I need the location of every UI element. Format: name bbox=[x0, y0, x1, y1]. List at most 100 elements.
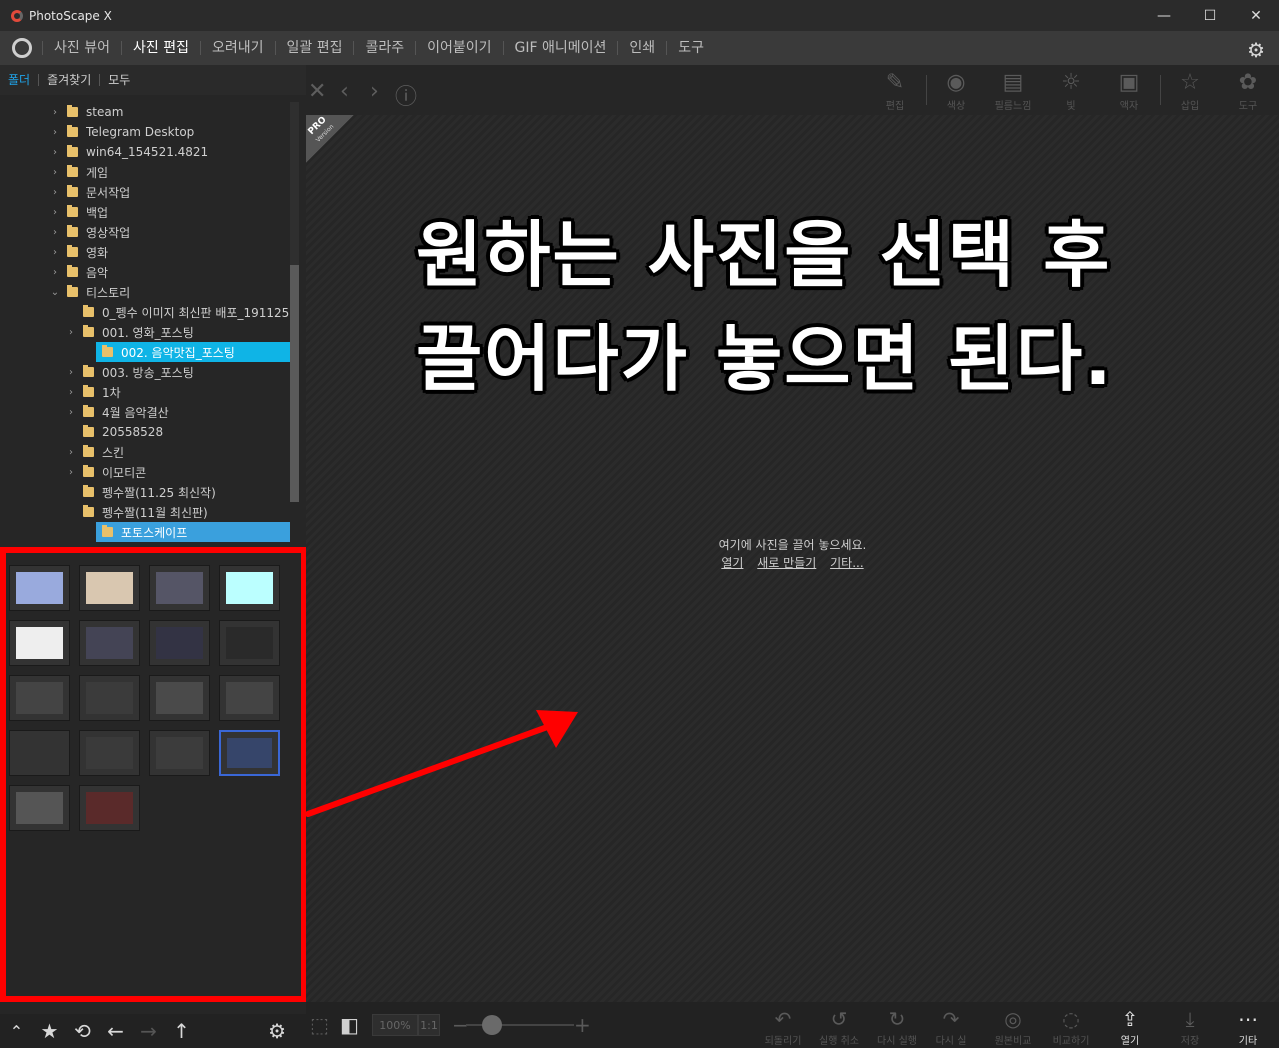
compare-original-button[interactable]: ◎ 원본비교 bbox=[988, 1006, 1038, 1047]
menu-combine[interactable]: 이어붙이기 bbox=[415, 41, 502, 55]
undo-button[interactable]: ↺ 실행 취소 bbox=[814, 1006, 864, 1047]
folder-tree-item[interactable]: › 게임 bbox=[0, 162, 290, 182]
compare-button[interactable]: ◌ 비교하기 bbox=[1046, 1006, 1096, 1047]
expand-chevron-icon[interactable]: › bbox=[65, 327, 77, 338]
more-button[interactable]: ⋯ 기타 bbox=[1228, 1006, 1268, 1047]
actual-size-button[interactable]: 1:1 bbox=[418, 1014, 440, 1036]
photo-thumbnail[interactable] bbox=[149, 565, 210, 611]
folder-tree-item[interactable]: › steam bbox=[0, 102, 290, 122]
expand-chevron-icon[interactable]: › bbox=[49, 107, 61, 118]
folder-tree-item[interactable]: 20558528 bbox=[0, 422, 290, 442]
folder-tree-item[interactable]: › 영상작업 bbox=[0, 222, 290, 242]
zoom-in-icon[interactable]: + bbox=[574, 1012, 591, 1038]
menu-tools[interactable]: 도구 bbox=[666, 41, 715, 55]
tree-scroll-thumb[interactable] bbox=[290, 265, 299, 502]
photo-thumbnail[interactable] bbox=[79, 785, 140, 831]
photo-thumbnail[interactable] bbox=[149, 620, 210, 666]
folder-tree-item[interactable]: › 이모티콘 bbox=[0, 462, 290, 482]
tool-film[interactable]: ▤ 필름느낌 bbox=[988, 69, 1038, 112]
refresh-icon[interactable]: ⟲ bbox=[66, 1019, 99, 1043]
back-arrow-icon[interactable]: ← bbox=[99, 1019, 132, 1043]
photo-thumbnail[interactable] bbox=[79, 675, 140, 721]
photo-thumbnail[interactable] bbox=[9, 675, 70, 721]
expand-chevron-icon[interactable]: ⌄ bbox=[49, 287, 61, 298]
photo-thumbnail[interactable] bbox=[9, 565, 70, 611]
minimize-button[interactable]: — bbox=[1141, 0, 1187, 31]
folder-tree-item[interactable]: › 문서작업 bbox=[0, 182, 290, 202]
folder-tree-item[interactable]: › 음악 bbox=[0, 262, 290, 282]
browser-settings-gear-icon[interactable]: ⚙ bbox=[268, 1019, 286, 1043]
expand-chevron-icon[interactable]: › bbox=[65, 387, 77, 398]
expand-chevron-icon[interactable]: › bbox=[65, 367, 77, 378]
folder-tree-item[interactable]: › 4월 음악결산 bbox=[0, 402, 290, 422]
folder-tree-item[interactable]: › 영화 bbox=[0, 242, 290, 262]
tool-tools[interactable]: ✿ 도구 bbox=[1223, 69, 1273, 112]
photo-thumbnail[interactable] bbox=[149, 675, 210, 721]
new-link[interactable]: 새로 만들기 bbox=[757, 556, 816, 570]
expand-chevron-icon[interactable]: › bbox=[49, 267, 61, 278]
expand-chevron-icon[interactable]: › bbox=[49, 227, 61, 238]
menu-cut-out[interactable]: 오려내기 bbox=[199, 41, 275, 55]
maximize-button[interactable]: ☐ bbox=[1187, 0, 1233, 31]
menu-gif-animation[interactable]: GIF 애니메이션 bbox=[502, 41, 618, 55]
folder-tree-item[interactable]: 포토스케이프 bbox=[96, 522, 290, 542]
settings-gear-icon[interactable]: ⚙ bbox=[1247, 38, 1265, 62]
search-icon[interactable] bbox=[12, 38, 32, 58]
revert-button[interactable]: ↶ 되돌리기 bbox=[758, 1006, 808, 1047]
folder-tree-item[interactable]: › 001. 영화_포스팅 bbox=[0, 322, 290, 342]
close-button[interactable]: ✕ bbox=[1233, 0, 1279, 31]
expand-up-icon[interactable]: ⌃ bbox=[0, 1022, 33, 1041]
expand-chevron-icon[interactable]: › bbox=[49, 167, 61, 178]
menu-print[interactable]: 인쇄 bbox=[617, 41, 666, 55]
star-icon[interactable]: ★ bbox=[33, 1019, 66, 1043]
expand-chevron-icon[interactable]: › bbox=[65, 407, 77, 418]
zoom-slider-knob[interactable] bbox=[482, 1015, 502, 1035]
tool-color[interactable]: ◉ 색상 bbox=[931, 69, 981, 112]
expand-chevron-icon[interactable]: › bbox=[49, 207, 61, 218]
photo-thumbnail[interactable] bbox=[219, 565, 280, 611]
menu-photo-editor[interactable]: 사진 편집 bbox=[120, 41, 200, 55]
tool-insert[interactable]: ☆ 삽입 bbox=[1165, 69, 1215, 112]
photo-thumbnail[interactable] bbox=[79, 730, 140, 776]
expand-chevron-icon[interactable]: › bbox=[49, 127, 61, 138]
expand-chevron-icon[interactable]: › bbox=[65, 447, 77, 458]
zoom-level-field[interactable]: 100% bbox=[372, 1014, 418, 1036]
tool-edit[interactable]: ✎ 편집 bbox=[870, 69, 920, 112]
redo-all-button[interactable]: ↷ 다시 실 bbox=[930, 1006, 972, 1047]
photo-thumbnail[interactable] bbox=[9, 730, 70, 776]
photo-thumbnail[interactable] bbox=[9, 785, 70, 831]
photo-thumbnail[interactable] bbox=[9, 620, 70, 666]
close-photo-icon[interactable]: ✕ bbox=[308, 79, 326, 104]
folder-tree-item[interactable]: › 003. 방송_포스팅 bbox=[0, 362, 290, 382]
tool-frame[interactable]: ▣ 액자 bbox=[1104, 69, 1154, 112]
forward-arrow-icon[interactable]: → bbox=[132, 1019, 165, 1043]
expand-chevron-icon[interactable]: › bbox=[49, 247, 61, 258]
folder-tree-item[interactable]: › 백업 bbox=[0, 202, 290, 222]
tab-all[interactable]: 모두 bbox=[99, 74, 138, 86]
open-link[interactable]: 열기 bbox=[721, 556, 743, 570]
redo-button[interactable]: ↻ 다시 실행 bbox=[870, 1006, 924, 1047]
save-button[interactable]: ⤓ 저장 bbox=[1170, 1006, 1210, 1047]
crop-select-icon[interactable]: ⬚ bbox=[310, 1012, 329, 1038]
photo-thumbnail[interactable] bbox=[219, 730, 280, 776]
tool-light[interactable]: ☼ 빛 bbox=[1046, 69, 1096, 112]
next-photo-icon[interactable]: › bbox=[370, 79, 379, 104]
folder-tree-item[interactable]: › Telegram Desktop bbox=[0, 122, 290, 142]
folder-tree-item[interactable]: › win64_154521.4821 bbox=[0, 142, 290, 162]
folder-tree-item[interactable]: › 1차 bbox=[0, 382, 290, 402]
tab-favorites[interactable]: 즐겨찾기 bbox=[38, 74, 99, 86]
expand-chevron-icon[interactable]: › bbox=[49, 187, 61, 198]
menu-collage[interactable]: 콜라주 bbox=[353, 41, 415, 55]
folder-tree-item[interactable]: › 스킨 bbox=[0, 442, 290, 462]
expand-chevron-icon[interactable]: › bbox=[65, 467, 77, 478]
folder-tree-item[interactable]: ⌄ 티스토리 bbox=[0, 282, 290, 302]
photo-thumbnail[interactable] bbox=[149, 730, 210, 776]
parent-folder-arrow-icon[interactable]: ↑ bbox=[165, 1019, 198, 1043]
split-view-icon[interactable]: ◧ bbox=[340, 1012, 359, 1038]
more-link[interactable]: 기타... bbox=[830, 556, 864, 570]
photo-thumbnail[interactable] bbox=[79, 565, 140, 611]
photo-thumbnail[interactable] bbox=[219, 620, 280, 666]
open-button[interactable]: ⇪ 열기 bbox=[1110, 1006, 1150, 1047]
menu-batch-edit[interactable]: 일괄 편집 bbox=[274, 41, 354, 55]
photo-thumbnail[interactable] bbox=[219, 675, 280, 721]
